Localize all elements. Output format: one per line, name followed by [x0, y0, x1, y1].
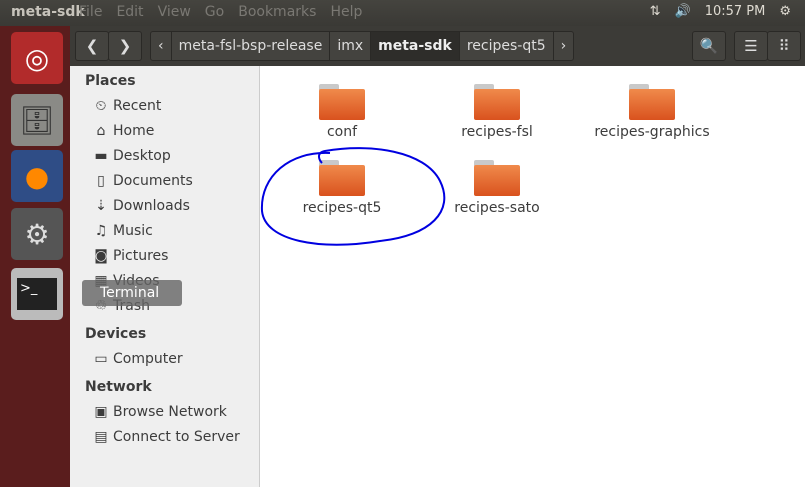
menu-help[interactable]: Help [330, 4, 362, 20]
network-heading: Network [85, 379, 152, 395]
volume-icon[interactable]: 🔊 [675, 4, 691, 19]
firefox-icon[interactable]: ● [11, 150, 63, 202]
sidebar-item-label: Documents [113, 173, 193, 189]
files-icon[interactable]: 🗄 [11, 94, 63, 146]
folder-recipes-graphics[interactable]: recipes-graphics [582, 84, 722, 140]
hand-drawn-circle-annotation [260, 147, 446, 246]
terminal-tooltip: Terminal [82, 280, 182, 306]
sidebar-item-music[interactable]: ♫ Music [70, 219, 259, 244]
menu-edit[interactable]: Edit [116, 4, 143, 20]
menu-view[interactable]: View [158, 4, 191, 20]
sidebar-item-label: Music [113, 223, 153, 239]
grid-view-button[interactable]: ⠿ [767, 31, 801, 61]
settings-icon[interactable]: ⚙ [11, 208, 63, 260]
devices-heading: Devices [85, 326, 147, 342]
menu-go[interactable]: Go [205, 4, 224, 20]
sidebar-item-label: Recent [113, 98, 162, 114]
folder-icon [474, 160, 520, 196]
connect-to-server-icon: ▤ [94, 429, 108, 445]
downloads-icon: ⇣ [95, 198, 107, 214]
sidebar-item-browse-network[interactable]: ▣ Browse Network [70, 400, 259, 425]
sidebar-item-connect-to-server[interactable]: ▤ Connect to Server [70, 425, 259, 450]
sidebar-item-label: Pictures [113, 248, 169, 264]
folder-recipes-fsl[interactable]: recipes-fsl [427, 84, 567, 140]
sidebar-item-home[interactable]: ⌂ Home [70, 119, 259, 144]
sidebar-item-label: Home [113, 123, 155, 139]
folder-icon [629, 84, 675, 120]
back-button[interactable]: ❮ [75, 31, 109, 61]
sidebar-item-label: Connect to Server [113, 429, 240, 445]
clock[interactable]: 10:57 PM [705, 4, 766, 19]
computer-icon: ▭ [94, 351, 108, 367]
sidebar-item-documents[interactable]: ▯ Documents [70, 169, 259, 194]
network-icon[interactable]: ⇅ [650, 4, 661, 19]
menu-bookmarks[interactable]: Bookmarks [238, 4, 316, 20]
folder-icon [474, 84, 520, 120]
crumb-meta-sdk[interactable]: meta-sdk [371, 32, 460, 60]
music-icon: ♫ [94, 223, 108, 239]
top-panel: meta-sdk File Edit View Go Bookmarks Hel… [0, 0, 805, 26]
pictures-icon: ◙ [94, 248, 108, 264]
forward-button[interactable]: ❯ [108, 31, 142, 61]
menu-bar: File Edit View Go Bookmarks Help [79, 4, 362, 20]
file-view: conf recipes-fsl recipes-graphics recipe… [260, 66, 805, 487]
crumb-recipes-qt5[interactable]: recipes-qt5 [460, 32, 554, 60]
desktop-icon: ▬ [94, 148, 108, 164]
home-icon: ⌂ [96, 123, 106, 139]
toolbar: ❮ ❯ ‹ meta-fsl-bsp-release imx meta-sdk … [70, 26, 805, 66]
window-title: meta-sdk [11, 4, 85, 20]
sidebar-item-label: Desktop [113, 148, 171, 164]
sidebar-item-desktop[interactable]: ▬ Desktop [70, 144, 259, 169]
sidebar-item-label: Browse Network [113, 404, 227, 420]
sidebar-item-computer[interactable]: ▭ Computer [70, 347, 259, 372]
breadcrumb-right-arrow[interactable]: › [554, 32, 574, 60]
sidebar: Places ⏲ Recent ⌂ Home ▬ Desktop ▯ Documents ⇣ Do… [70, 66, 260, 487]
ubuntu-dash-icon[interactable]: ◎ [11, 32, 63, 84]
list-view-button[interactable]: ☰ [734, 31, 768, 61]
sidebar-item-pictures[interactable]: ◙ Pictures [70, 244, 259, 269]
sidebar-item-label: Computer [113, 351, 183, 367]
documents-icon: ▯ [97, 173, 105, 189]
folder-icon [319, 84, 365, 120]
sidebar-item-label: Downloads [113, 198, 190, 214]
folder-conf[interactable]: conf [272, 84, 412, 140]
sidebar-item-recent[interactable]: ⏲ Recent [70, 94, 259, 119]
recent-icon: ⏲ [95, 98, 107, 114]
breadcrumb-left-arrow[interactable]: ‹ [151, 32, 172, 60]
crumb-imx[interactable]: imx [330, 32, 372, 60]
terminal-icon[interactable]: >_ [11, 268, 63, 320]
crumb-meta-fsl-bsp-release[interactable]: meta-fsl-bsp-release [172, 32, 331, 60]
search-button[interactable]: 🔍 [692, 31, 726, 61]
launcher: ◎ 🗄 ● ⚙ >_ [0, 26, 70, 487]
sidebar-item-downloads[interactable]: ⇣ Downloads [70, 194, 259, 219]
browse-network-icon: ▣ [94, 404, 108, 420]
breadcrumb: ‹ meta-fsl-bsp-release imx meta-sdk reci… [150, 31, 575, 61]
gear-icon[interactable]: ⚙ [779, 4, 791, 19]
menu-file[interactable]: File [79, 4, 102, 20]
places-heading: Places [85, 73, 136, 89]
